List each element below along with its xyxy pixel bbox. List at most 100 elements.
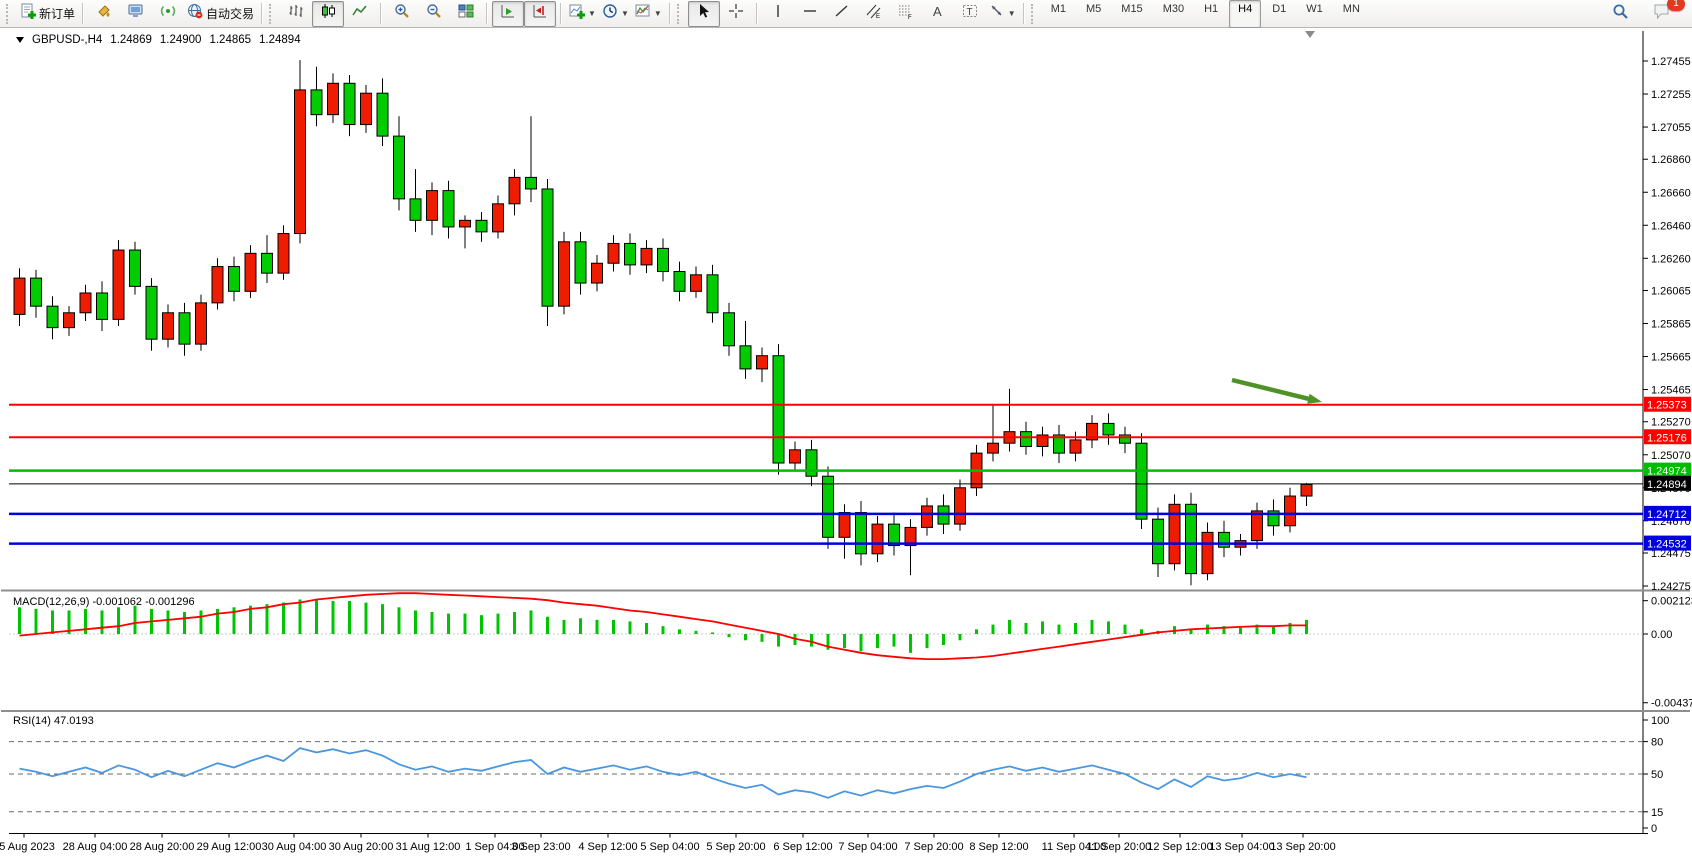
toolbar-grip[interactable]	[1031, 4, 1038, 24]
toolbar-grip[interactable]	[677, 4, 684, 24]
candle-up	[608, 243, 619, 263]
text-icon: A	[930, 3, 946, 24]
auto-trading-label: 自动交易	[206, 5, 254, 22]
styler-button[interactable]	[88, 1, 120, 27]
svg-text:1.25270: 1.25270	[1651, 417, 1691, 429]
timeframe-button-M5[interactable]: M5	[1077, 0, 1110, 28]
svg-text:5 Sep 04:00: 5 Sep 04:00	[640, 841, 699, 853]
horizontal-line-tool-button[interactable]	[794, 1, 826, 27]
vertical-line-tool-button[interactable]	[762, 1, 794, 27]
svg-text:A: A	[933, 4, 942, 19]
svg-text:15: 15	[1651, 807, 1663, 819]
chart-info-line: GBPUSD-,H4 1.24869 1.24900 1.24865 1.248…	[16, 34, 301, 46]
candle-up	[641, 248, 652, 265]
periods-dropdown-button[interactable]: ▼	[599, 1, 632, 27]
timeframe-button-M30[interactable]: M30	[1154, 0, 1193, 28]
svg-text:1.24532: 1.24532	[1647, 539, 1687, 551]
candle-up	[790, 450, 801, 463]
indicators-dropdown-button[interactable]: ▼	[566, 1, 599, 27]
new-order-button[interactable]: 新订单	[17, 1, 78, 27]
timeframe-button-M1[interactable]: M1	[1042, 0, 1075, 28]
svg-text:4 Sep 12:00: 4 Sep 12:00	[578, 841, 637, 853]
candle-up	[1301, 484, 1312, 496]
zoom-out-button[interactable]	[418, 1, 450, 27]
candle-down	[674, 272, 685, 292]
candle-down	[740, 346, 751, 369]
svg-text:T: T	[966, 7, 972, 18]
timeframe-button-H1[interactable]: H1	[1195, 0, 1227, 28]
candle-up	[196, 303, 207, 344]
svg-text:1.24974: 1.24974	[1647, 466, 1687, 478]
svg-text:100: 100	[1651, 715, 1669, 727]
chart-low-value: 1.24865	[209, 34, 251, 46]
cursor-icon	[696, 3, 712, 24]
crosshair-tool-button[interactable]	[720, 1, 752, 27]
candle-up	[427, 191, 438, 221]
svg-text:1.27255: 1.27255	[1651, 89, 1691, 101]
signals-button[interactable]	[152, 1, 184, 27]
toolbar-grip[interactable]	[6, 4, 13, 24]
auto-scroll-button[interactable]	[492, 1, 524, 27]
toolbar-separator	[261, 3, 263, 24]
candle-down	[97, 293, 108, 319]
tile-windows-button[interactable]	[450, 1, 482, 27]
svg-text:1.25665: 1.25665	[1651, 352, 1691, 364]
candle-up	[212, 267, 223, 303]
fibonacci-icon: F	[898, 3, 914, 24]
timeframe-button-D1[interactable]: D1	[1263, 0, 1295, 28]
candle-down	[773, 356, 784, 463]
timeframe-button-H4[interactable]: H4	[1229, 0, 1261, 28]
candle-down	[262, 253, 273, 273]
channel-tool-button[interactable]: E	[858, 1, 890, 27]
toolbar-separator	[756, 3, 758, 24]
arrows-tool-button[interactable]: ▼	[986, 1, 1019, 27]
bar-chart-mode-button[interactable]	[280, 1, 312, 27]
text-label-tool-button[interactable]: T	[954, 1, 986, 27]
trendline-tool-button[interactable]	[826, 1, 858, 27]
candle-down	[410, 199, 421, 220]
candle-up	[80, 293, 91, 313]
terminal-panel-button[interactable]	[120, 1, 152, 27]
candle-up	[113, 250, 124, 319]
chevron-down-icon: ▼	[654, 10, 662, 18]
cursor-tool-button[interactable]	[688, 1, 720, 27]
chart-shift-button[interactable]	[524, 1, 556, 27]
svg-text:12 Sep 12:00: 12 Sep 12:00	[1147, 841, 1212, 853]
candle-up	[14, 278, 25, 314]
chart-canvas[interactable]: 1.274551.272551.270551.268601.266601.264…	[0, 0, 1692, 858]
text-tool-button[interactable]: A	[922, 1, 954, 27]
svg-text:8 Sep 12:00: 8 Sep 12:00	[969, 841, 1028, 853]
zoom-out-icon	[426, 3, 442, 24]
timeframe-button-MN[interactable]: MN	[1334, 0, 1369, 28]
candle-up	[245, 253, 256, 291]
timeframe-button-M15[interactable]: M15	[1112, 0, 1151, 28]
svg-text:13 Sep 04:00: 13 Sep 04:00	[1209, 841, 1274, 853]
candle-up	[1070, 440, 1081, 453]
candlestick-icon	[320, 3, 336, 24]
candle-down	[707, 275, 718, 313]
timeframe-button-W1[interactable]: W1	[1297, 0, 1332, 28]
new-order-label: 新订单	[39, 5, 75, 22]
chevron-down-icon: ▼	[1008, 10, 1016, 18]
search-button[interactable]	[1604, 1, 1636, 27]
candle-down	[542, 189, 553, 306]
arrows-icon	[989, 3, 1005, 24]
fibonacci-tool-button[interactable]: F	[890, 1, 922, 27]
svg-text:30 Aug 20:00: 30 Aug 20:00	[329, 841, 394, 853]
zoom-in-button[interactable]	[386, 1, 418, 27]
collapse-arrow-icon[interactable]	[16, 37, 24, 43]
candle-up	[361, 93, 372, 124]
auto-trading-button[interactable]: 自动交易	[184, 1, 257, 27]
toolbar-grip[interactable]	[269, 4, 276, 24]
candlestick-mode-button[interactable]	[312, 1, 344, 27]
rsi-indicator-label: RSI(14) 47.0193	[13, 715, 94, 727]
candle-down	[130, 250, 141, 286]
monitor-icon	[128, 3, 144, 24]
svg-text:28 Aug 20:00: 28 Aug 20:00	[130, 841, 195, 853]
svg-text:0: 0	[1651, 823, 1657, 835]
notifications-button[interactable]: 1	[1646, 1, 1678, 27]
svg-text:1.25070: 1.25070	[1651, 450, 1691, 462]
line-chart-mode-button[interactable]	[344, 1, 376, 27]
svg-text:80: 80	[1651, 737, 1663, 749]
templates-dropdown-button[interactable]: ▼	[632, 1, 665, 27]
